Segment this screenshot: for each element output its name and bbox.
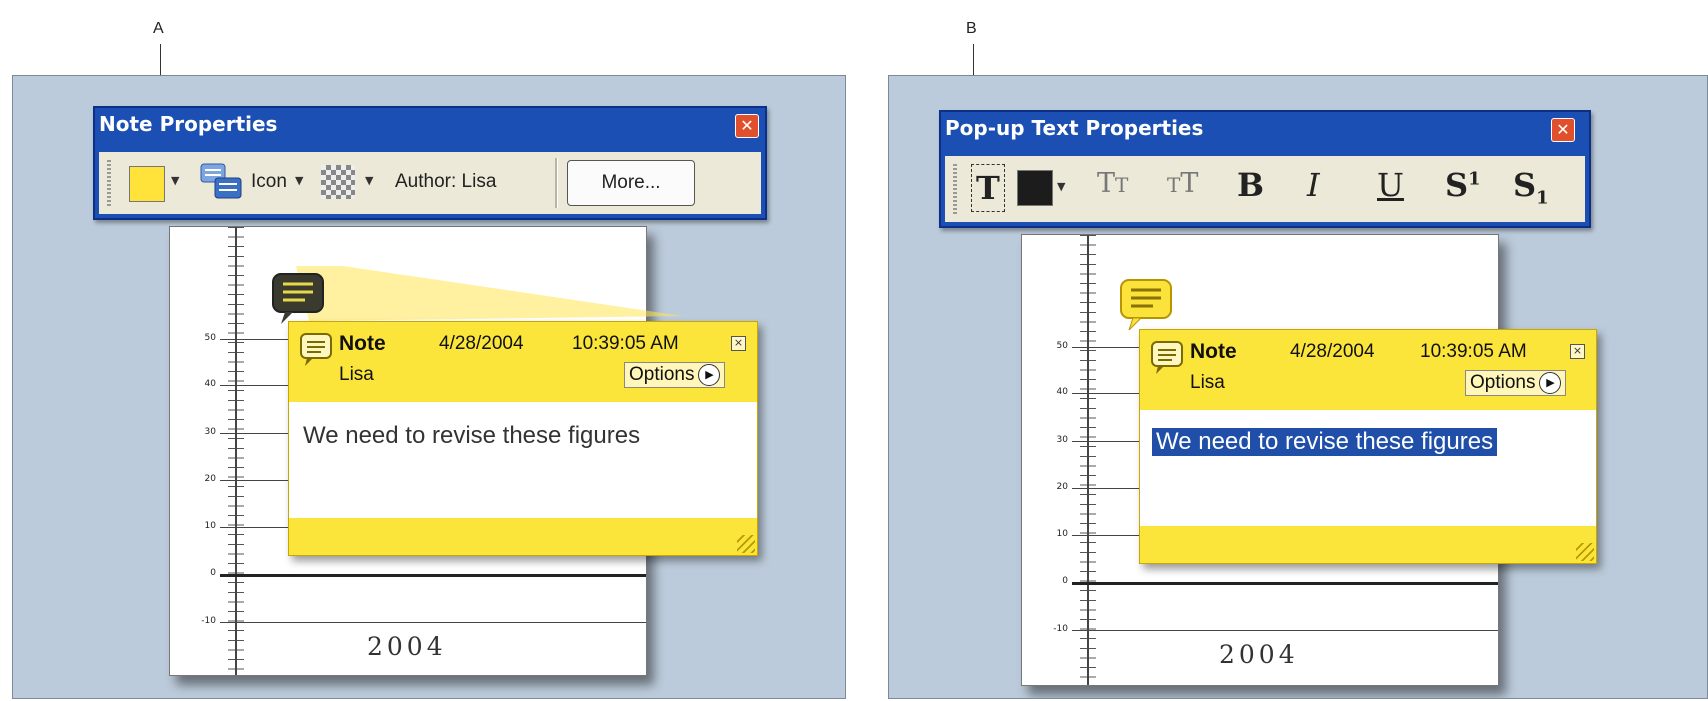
callout-a: A bbox=[153, 20, 164, 37]
panel-b: 50 40 30 20 10 0 -10 2004 Note 4/28/2004… bbox=[888, 75, 1708, 699]
options-label: Options bbox=[1470, 372, 1536, 393]
y-tick-label: 30 bbox=[1056, 435, 1068, 445]
y-tick-label: 20 bbox=[1056, 482, 1068, 492]
author-label: Author: Lisa bbox=[395, 171, 497, 192]
superscript-button[interactable]: S1 bbox=[1445, 166, 1481, 204]
y-tick-label: 50 bbox=[1056, 341, 1068, 351]
gridline-minus10 bbox=[1072, 630, 1498, 631]
y-tick-label: 0 bbox=[1062, 576, 1068, 586]
note-title-icon bbox=[1151, 341, 1183, 374]
note-time: 10:39:05 AM bbox=[572, 333, 679, 354]
bold-button[interactable]: B bbox=[1237, 166, 1264, 204]
y-tick-label: -10 bbox=[1053, 624, 1068, 634]
icon-dropdown-icon[interactable]: ▼ bbox=[295, 174, 303, 187]
note-date: 4/28/2004 bbox=[439, 333, 524, 354]
note-popup-b[interactable]: Note 4/28/2004 10:39:05 AM × Lisa Option… bbox=[1139, 329, 1597, 564]
callout-b: B bbox=[966, 20, 977, 37]
note-author: Lisa bbox=[1190, 372, 1225, 393]
note-title: Note bbox=[339, 332, 386, 355]
y-tick-label: 40 bbox=[1056, 387, 1068, 397]
note-close-icon[interactable]: × bbox=[1570, 344, 1585, 359]
icon-label[interactable]: Icon bbox=[251, 171, 287, 193]
note-body[interactable]: We need to revise these figures bbox=[1140, 410, 1596, 526]
options-arrow-icon: ▶ bbox=[1539, 371, 1562, 394]
decrease-font-size-button[interactable]: TT bbox=[1097, 168, 1128, 199]
y-tick-label: 10 bbox=[1056, 529, 1068, 539]
options-button[interactable]: Options ▶ bbox=[1465, 370, 1567, 396]
toolbar-close-icon[interactable]: ✕ bbox=[735, 114, 759, 138]
resize-grip-icon[interactable] bbox=[1576, 543, 1594, 561]
italic-button[interactable]: I bbox=[1307, 166, 1320, 204]
note-text-selected[interactable]: We need to revise these figures bbox=[1152, 428, 1498, 456]
note-title-icon bbox=[300, 333, 332, 366]
opacity-icon[interactable] bbox=[321, 165, 355, 199]
year-label: 2004 bbox=[1219, 640, 1299, 669]
subscript-button[interactable]: S1 bbox=[1513, 166, 1549, 208]
note-body[interactable]: We need to revise these figures bbox=[289, 402, 757, 518]
text-style-glyph: T bbox=[976, 169, 1000, 207]
toolbar-close-icon[interactable]: ✕ bbox=[1551, 118, 1575, 142]
toolbar-grip-icon[interactable] bbox=[107, 160, 111, 206]
panel-a: 50 40 30 20 10 0 -10 2004 Note 4/28/2004… bbox=[12, 75, 846, 699]
font-color-dropdown-icon[interactable]: ▼ bbox=[1057, 180, 1065, 193]
note-comment-icon[interactable] bbox=[1119, 278, 1173, 334]
note-close-icon[interactable]: × bbox=[731, 336, 746, 351]
text-style-button[interactable]: T bbox=[971, 164, 1005, 212]
note-icon-picker-icon[interactable] bbox=[199, 162, 245, 204]
toolbar-title: Pop-up Text Properties bbox=[945, 116, 1204, 140]
color-dropdown-icon[interactable]: ▼ bbox=[171, 174, 179, 187]
toolbar-separator bbox=[555, 158, 558, 208]
toolbar-grip-icon[interactable] bbox=[953, 164, 957, 214]
note-properties-toolbar: Note Properties ✕ ▼ Icon ▼ ▼ Author: Lis… bbox=[93, 106, 767, 220]
underline-button[interactable]: U bbox=[1377, 166, 1404, 204]
popup-text-properties-toolbar: Pop-up Text Properties ✕ T ▼ TT TT B I U… bbox=[939, 110, 1591, 228]
note-date: 4/28/2004 bbox=[1290, 341, 1375, 362]
font-color-swatch[interactable] bbox=[1017, 170, 1053, 206]
resize-grip-icon[interactable] bbox=[737, 535, 755, 553]
gridline-0 bbox=[1072, 582, 1498, 585]
color-swatch[interactable] bbox=[129, 166, 165, 202]
note-title: Note bbox=[1190, 340, 1237, 363]
note-text[interactable]: We need to revise these figures bbox=[303, 422, 640, 450]
toolbar-strip: T ▼ TT TT B I U S1 S1 bbox=[945, 156, 1585, 222]
note-author: Lisa bbox=[339, 364, 374, 385]
note-popup-a[interactable]: Note 4/28/2004 10:39:05 AM × Lisa Option… bbox=[288, 321, 758, 556]
more-button[interactable]: More... bbox=[567, 160, 695, 206]
increase-font-size-button[interactable]: TT bbox=[1167, 168, 1198, 199]
opacity-dropdown-icon[interactable]: ▼ bbox=[365, 174, 373, 187]
options-label: Options bbox=[629, 364, 695, 385]
y-axis bbox=[1087, 235, 1089, 685]
options-arrow-icon: ▶ bbox=[698, 363, 721, 386]
note-time: 10:39:05 AM bbox=[1420, 341, 1527, 362]
toolbar-strip: ▼ Icon ▼ ▼ Author: Lisa More... bbox=[99, 152, 761, 214]
options-button[interactable]: Options ▶ bbox=[624, 362, 726, 388]
toolbar-title: Note Properties bbox=[99, 112, 278, 136]
note-comment-icon[interactable] bbox=[271, 272, 325, 328]
